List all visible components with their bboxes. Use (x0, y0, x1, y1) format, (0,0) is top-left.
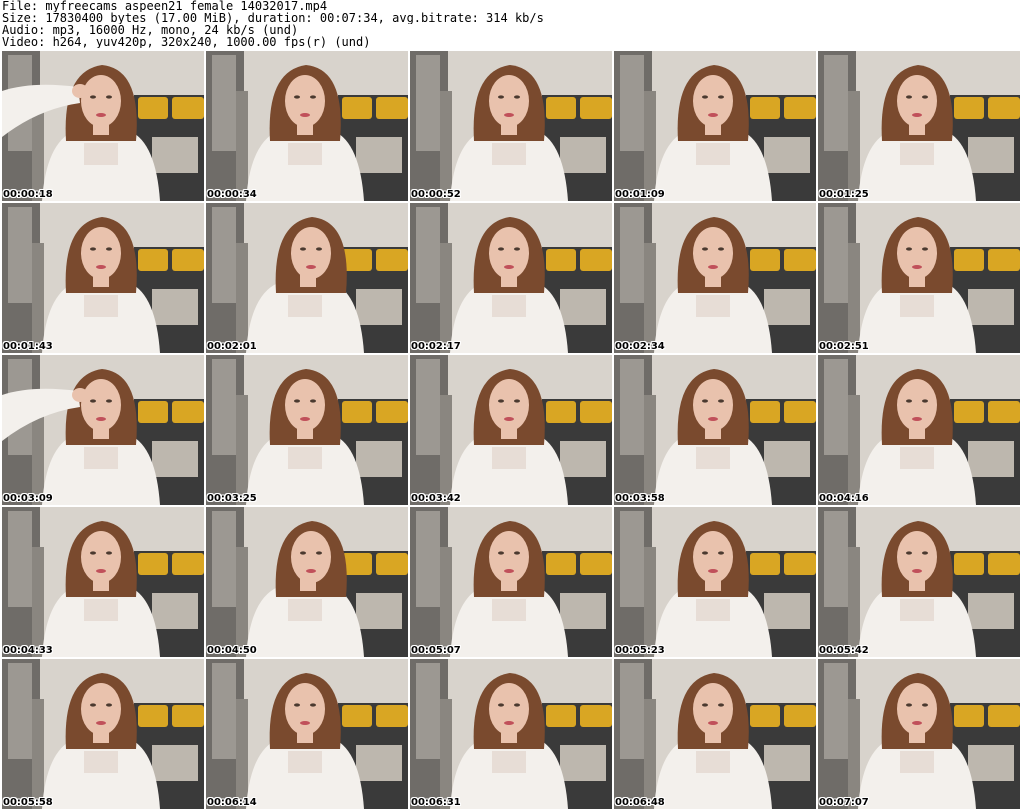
thumbnail-timestamp: 00:03:58 (615, 493, 665, 504)
video-thumbnail: 00:06:31 (410, 659, 612, 809)
thumbnail-frame (2, 51, 204, 201)
video-thumbnail: 00:04:16 (818, 355, 1020, 505)
video-thumbnail: 00:00:18 (2, 51, 204, 201)
video-thumbnail: 00:02:34 (614, 203, 816, 353)
video-thumbnail: 00:03:09 (2, 355, 204, 505)
thumbnail-frame (614, 507, 816, 657)
thumbnail-frame (410, 659, 612, 809)
thumbnail-timestamp: 00:04:33 (3, 645, 53, 656)
video-thumbnail: 00:01:43 (2, 203, 204, 353)
thumbnail-frame (206, 51, 408, 201)
thumbnail-timestamp: 00:05:42 (819, 645, 869, 656)
video-thumbnail: 00:00:34 (206, 51, 408, 201)
thumbnail-frame (818, 659, 1020, 809)
thumbnail-timestamp: 00:02:34 (615, 341, 665, 352)
video-thumbnail: 00:00:52 (410, 51, 612, 201)
video-thumbnail: 00:03:25 (206, 355, 408, 505)
thumbnail-timestamp: 00:05:07 (411, 645, 461, 656)
thumbnail-timestamp: 00:03:25 (207, 493, 257, 504)
thumbnail-frame (206, 203, 408, 353)
thumbnail-frame (818, 507, 1020, 657)
video-thumbnail: 00:06:14 (206, 659, 408, 809)
thumbnail-timestamp: 00:06:48 (615, 797, 665, 808)
video-thumbnail: 00:05:42 (818, 507, 1020, 657)
thumbnail-frame (206, 507, 408, 657)
thumbnail-timestamp: 00:01:09 (615, 189, 665, 200)
file-size-line: Size: 17830400 bytes (17.00 MiB), durati… (2, 12, 544, 24)
thumbnail-timestamp: 00:06:14 (207, 797, 257, 808)
thumbnail-timestamp: 00:00:18 (3, 189, 53, 200)
thumbnail-frame (818, 51, 1020, 201)
video-thumbnail: 00:02:51 (818, 203, 1020, 353)
thumbnail-timestamp: 00:05:58 (3, 797, 53, 808)
thumbnail-timestamp: 00:05:23 (615, 645, 665, 656)
file-name-line: File: myfreecams_aspeen21_female_1403201… (2, 0, 328, 12)
thumbnail-timestamp: 00:04:16 (819, 493, 869, 504)
audio-info-line: Audio: mp3, 16000 Hz, mono, 24 kb/s (und… (2, 24, 299, 36)
video-thumbnail: 00:04:33 (2, 507, 204, 657)
thumbnail-timestamp: 00:03:42 (411, 493, 461, 504)
thumbnail-frame (410, 355, 612, 505)
thumbnail-timestamp: 00:00:34 (207, 189, 257, 200)
thumbnail-frame (206, 355, 408, 505)
thumbnail-frame (614, 51, 816, 201)
thumbnail-timestamp: 00:02:01 (207, 341, 257, 352)
thumbnail-timestamp: 00:01:43 (3, 341, 53, 352)
thumbnail-frame (818, 203, 1020, 353)
thumbnail-timestamp: 00:07:07 (819, 797, 869, 808)
thumbnail-timestamp: 00:00:52 (411, 189, 461, 200)
thumbnail-frame (2, 355, 204, 505)
thumbnail-frame (614, 203, 816, 353)
video-thumbnail: 00:01:09 (614, 51, 816, 201)
video-thumbnail: 00:05:58 (2, 659, 204, 809)
thumbnail-timestamp: 00:02:17 (411, 341, 461, 352)
thumbnail-frame (410, 51, 612, 201)
video-thumbnail: 00:01:25 (818, 51, 1020, 201)
thumbnail-frame (410, 507, 612, 657)
video-thumbnail: 00:02:01 (206, 203, 408, 353)
video-thumbnail: 00:02:17 (410, 203, 612, 353)
thumbnail-timestamp: 00:04:50 (207, 645, 257, 656)
thumbnail-timestamp: 00:01:25 (819, 189, 869, 200)
video-thumbnail: 00:05:07 (410, 507, 612, 657)
video-thumbnail: 00:04:50 (206, 507, 408, 657)
file-info-header: File: myfreecams_aspeen21_female_1403201… (2, 0, 1022, 50)
thumbnail-frame (614, 355, 816, 505)
thumbnail-timestamp: 00:02:51 (819, 341, 869, 352)
thumbnail-grid: 00:00:18 00:00:34 00:00:52 00:01:09 00:01:25… (2, 51, 1024, 811)
thumbnail-frame (2, 507, 204, 657)
thumbnail-timestamp: 00:06:31 (411, 797, 461, 808)
video-info-line: Video: h264, yuv420p, 320x240, 1000.00 f… (2, 36, 371, 48)
video-thumbnail: 00:03:58 (614, 355, 816, 505)
video-thumbnail: 00:06:48 (614, 659, 816, 809)
thumbnail-frame (410, 203, 612, 353)
thumbnail-frame (614, 659, 816, 809)
video-thumbnail: 00:03:42 (410, 355, 612, 505)
thumbnail-timestamp: 00:03:09 (3, 493, 53, 504)
video-thumbnail: 00:05:23 (614, 507, 816, 657)
thumbnail-frame (2, 203, 204, 353)
thumbnail-frame (818, 355, 1020, 505)
video-thumbnail: 00:07:07 (818, 659, 1020, 809)
thumbnail-frame (206, 659, 408, 809)
thumbnail-frame (2, 659, 204, 809)
